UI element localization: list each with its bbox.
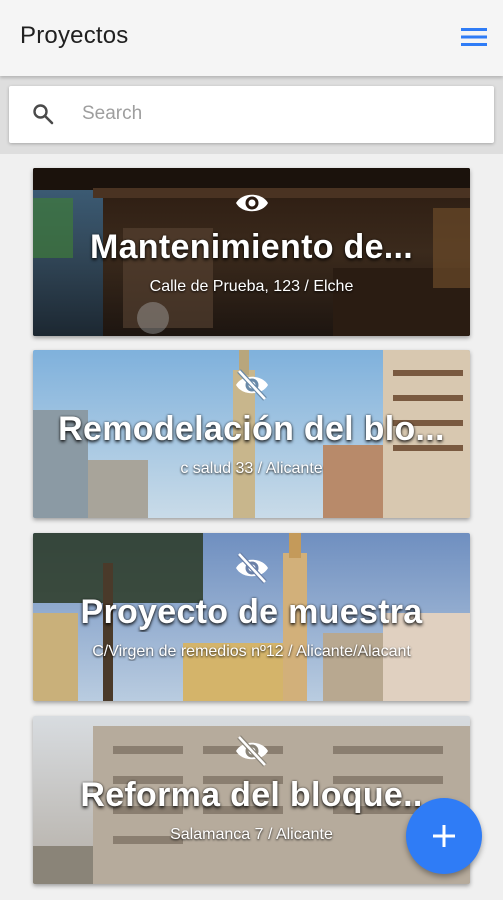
project-title: Reforma del bloque.. <box>80 776 423 814</box>
page-title: Proyectos <box>20 22 129 49</box>
eye-off-icon[interactable] <box>234 551 270 585</box>
project-card[interactable]: Remodelación del blo... c salud 33 / Ali… <box>33 350 470 518</box>
project-address: Salamanca 7 / Alicante <box>170 826 333 843</box>
search-input[interactable]: Search <box>9 86 494 143</box>
project-title: Remodelación del blo... <box>58 410 445 448</box>
search-icon <box>33 104 54 125</box>
menu-button[interactable] <box>454 18 494 56</box>
eye-icon[interactable] <box>234 186 270 220</box>
hamburger-menu-icon <box>461 28 487 46</box>
project-title: Proyecto de muestra <box>80 593 423 631</box>
eye-off-icon[interactable] <box>234 734 270 768</box>
search-placeholder: Search <box>82 103 143 124</box>
plus-icon <box>433 825 455 847</box>
project-address: Calle de Prueba, 123 / Elche <box>149 278 354 295</box>
project-card[interactable]: Mantenimiento de... Calle de Prueba, 123… <box>33 168 470 336</box>
project-card[interactable]: Reforma del bloque.. Salamanca 7 / Alica… <box>33 716 470 884</box>
project-address: C/Virgen de remedios nº12 / Alicante/Ala… <box>92 643 411 660</box>
project-card[interactable]: Proyecto de muestra C/Virgen de remedios… <box>33 533 470 701</box>
app-bar: Proyectos <box>0 0 503 76</box>
project-title: Mantenimiento de... <box>89 228 414 266</box>
project-address: c salud 33 / Alicante <box>180 460 323 477</box>
eye-off-icon[interactable] <box>234 368 270 402</box>
add-project-button[interactable] <box>406 798 482 874</box>
